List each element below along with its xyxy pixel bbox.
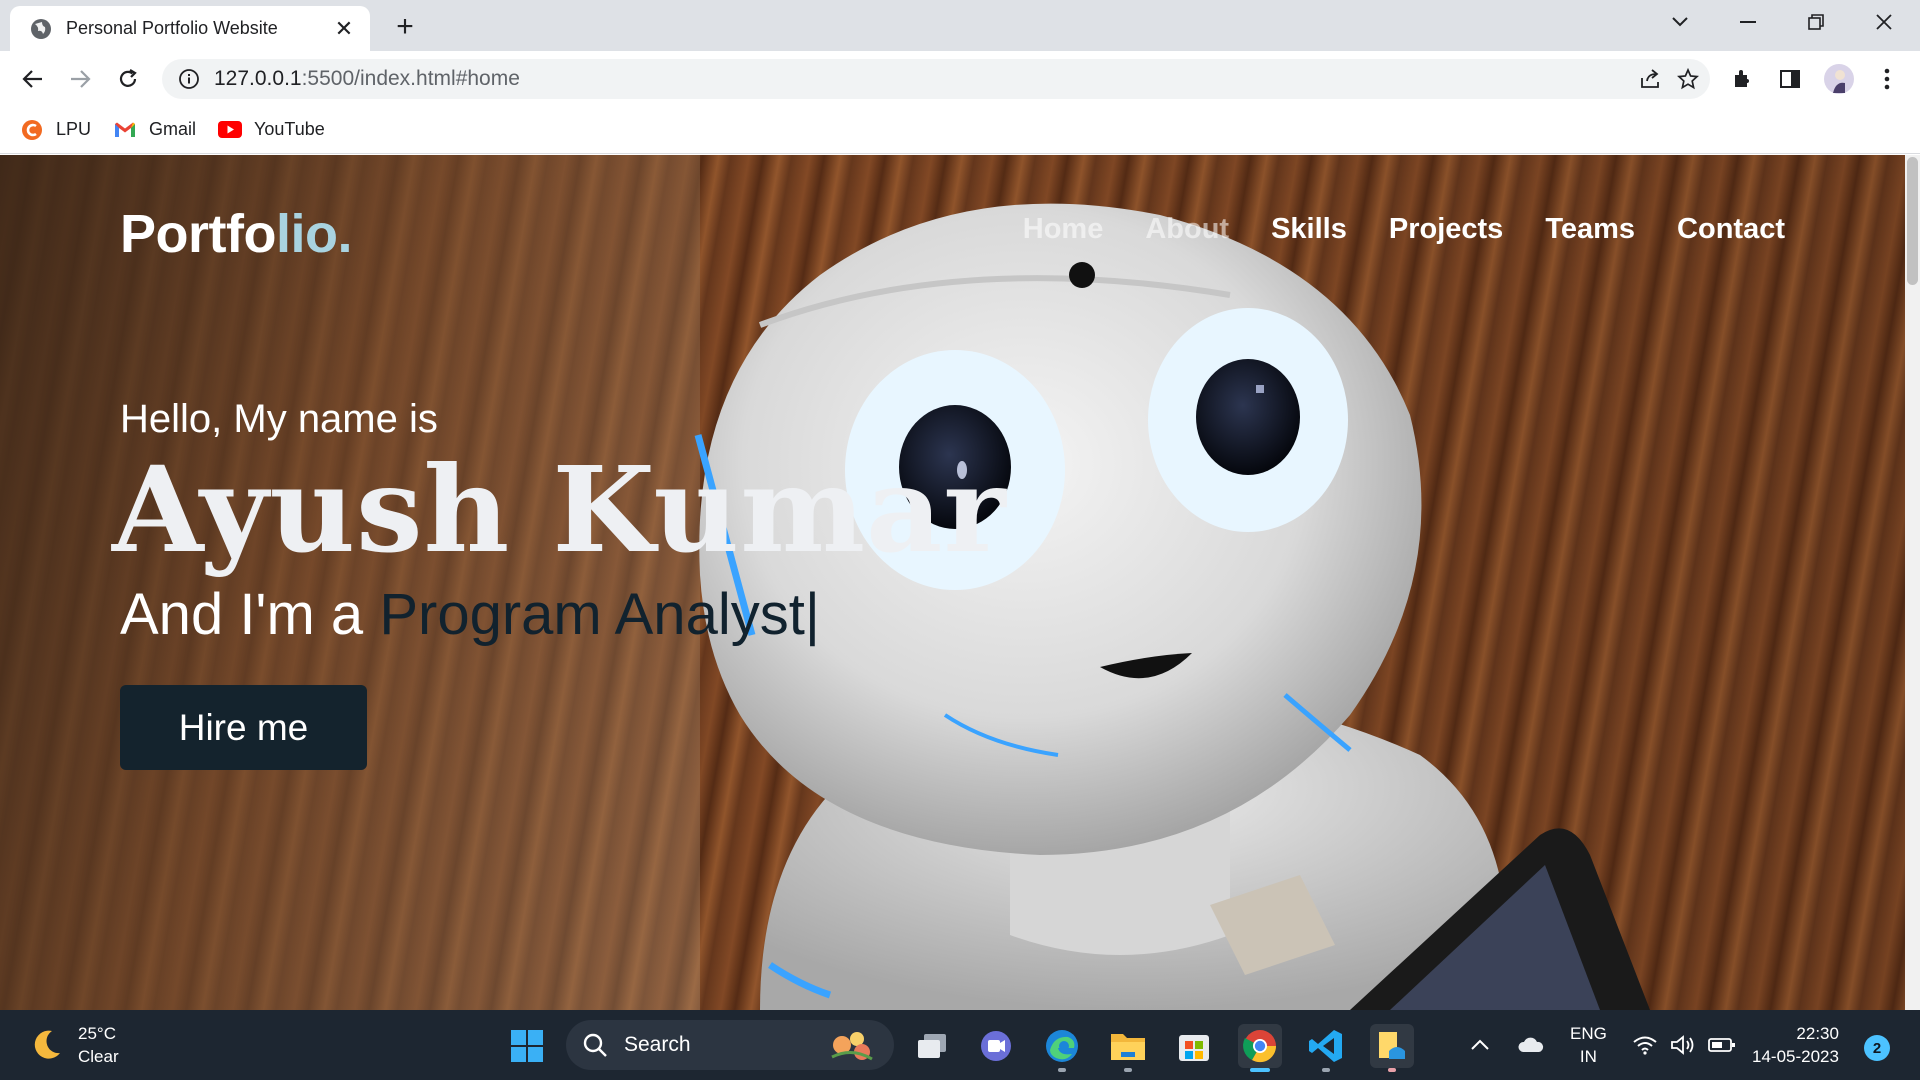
vscode-button[interactable] — [1304, 1024, 1348, 1072]
new-tab-button[interactable]: + — [388, 10, 422, 44]
scrollbar-thumb[interactable] — [1907, 157, 1918, 285]
bookmark-label: Gmail — [149, 119, 197, 139]
taskbar: 25°C Clear Search ENG IN 22:30 14-05-202… — [0, 1010, 1920, 1080]
site-logo[interactable]: Portfolio. — [120, 203, 352, 265]
notes-app-button[interactable] — [1370, 1024, 1414, 1072]
edge-button[interactable] — [1040, 1024, 1084, 1072]
weather-text: 25°C Clear — [78, 1024, 119, 1066]
page-scrollbar[interactable] — [1905, 155, 1920, 1010]
notification-badge[interactable]: 2 — [1864, 1035, 1890, 1061]
flowers-icon — [831, 1032, 873, 1061]
nav-projects[interactable]: Projects — [1389, 213, 1503, 246]
quick-settings[interactable] — [1632, 1010, 1736, 1080]
nav-contact[interactable]: Contact — [1677, 213, 1785, 246]
folder-icon — [1111, 1034, 1145, 1060]
youtube-icon — [218, 120, 243, 140]
store-icon — [1179, 1035, 1209, 1061]
typing-cursor: | — [804, 582, 820, 647]
search-icon — [583, 1033, 607, 1057]
site-info-icon[interactable] — [178, 68, 200, 90]
nav-teams[interactable]: Teams — [1545, 213, 1635, 246]
browser-toolbar: 127.0.0.1:5500/index.html#home — [0, 51, 1920, 106]
page-viewport: Portfolio. Home About Skills Projects Te… — [0, 155, 1920, 1010]
language-indicator[interactable]: ENG IN — [1570, 1010, 1607, 1080]
chevron-up-icon — [1471, 1039, 1489, 1050]
windows-icon — [511, 1030, 543, 1062]
running-indicator — [1388, 1068, 1396, 1072]
running-indicator — [1322, 1068, 1330, 1072]
active-indicator — [1250, 1068, 1270, 1072]
edge-icon — [1046, 1030, 1078, 1062]
show-hidden-icons[interactable] — [1470, 1010, 1490, 1080]
vscode-icon — [1309, 1030, 1342, 1062]
taskbar-search[interactable]: Search — [566, 1020, 894, 1070]
bookmark-lpu[interactable]: LPU — [20, 119, 91, 140]
sticky-notes-icon — [1379, 1032, 1405, 1059]
tab-active[interactable]: Personal Portfolio Website ✕ — [10, 6, 370, 51]
bookmark-label: LPU — [56, 119, 92, 139]
bookmark-label: YouTube — [254, 119, 325, 139]
nav-about[interactable]: About — [1145, 213, 1229, 246]
battery-icon — [1708, 1038, 1735, 1052]
close-window-button[interactable] — [1850, 0, 1918, 44]
task-view-button[interactable] — [910, 1024, 954, 1068]
minimize-button[interactable] — [1714, 0, 1782, 44]
hire-me-button[interactable]: Hire me — [120, 685, 367, 770]
bookmark-gmail[interactable]: Gmail — [113, 119, 196, 140]
tab-search-icon[interactable] — [1646, 0, 1714, 44]
nav-skills[interactable]: Skills — [1271, 213, 1347, 246]
share-icon[interactable] — [1634, 63, 1666, 95]
lpu-icon — [20, 119, 44, 140]
reload-button[interactable] — [111, 62, 145, 96]
profile-avatar[interactable] — [1822, 62, 1856, 96]
onedrive-tray[interactable] — [1517, 1010, 1545, 1080]
bookmarks-bar: LPU Gmail YouTube — [0, 106, 1920, 154]
hero-name: Ayush Kumar — [112, 440, 1007, 579]
close-tab-icon[interactable]: ✕ — [330, 15, 358, 43]
lang-region: IN — [1579, 1047, 1597, 1066]
lang-code: ENG — [1570, 1024, 1607, 1043]
clock-time: 22:30 — [1796, 1024, 1839, 1043]
start-button[interactable] — [505, 1024, 549, 1068]
menu-kebab-icon[interactable] — [1870, 62, 1904, 96]
chrome-icon — [1243, 1030, 1277, 1063]
main-nav: Home About Skills Projects Teams Contact — [981, 213, 1785, 246]
url-text: 127.0.0.1:5500/index.html#home — [214, 67, 520, 90]
side-panel-icon[interactable] — [1773, 62, 1807, 96]
forward-button[interactable] — [63, 62, 97, 96]
running-indicator — [1124, 1068, 1132, 1072]
task-view-icon — [918, 1034, 946, 1058]
hero-role: And I'm a Program Analyst| — [120, 582, 820, 647]
globe-icon — [30, 18, 52, 40]
nav-home[interactable]: Home — [1023, 213, 1104, 246]
file-explorer-button[interactable] — [1106, 1024, 1150, 1072]
gmail-icon — [113, 120, 137, 140]
typed-role: Program Analyst — [379, 582, 805, 647]
bookmark-star-icon[interactable] — [1672, 63, 1704, 95]
store-button[interactable] — [1172, 1024, 1216, 1068]
restore-button[interactable] — [1782, 0, 1850, 44]
weather-widget[interactable]: 25°C Clear — [28, 1022, 119, 1068]
wifi-icon — [1633, 1036, 1657, 1055]
running-indicator — [1058, 1068, 1066, 1072]
search-label: Search — [624, 1033, 691, 1056]
chat-icon — [981, 1031, 1011, 1061]
teams-chat-button[interactable] — [974, 1024, 1018, 1068]
address-bar[interactable]: 127.0.0.1:5500/index.html#home — [162, 59, 1710, 99]
cloud-icon — [1518, 1037, 1544, 1052]
bookmark-youtube[interactable]: YouTube — [218, 119, 325, 140]
clock[interactable]: 22:30 14-05-2023 — [1752, 1010, 1839, 1080]
volume-icon — [1671, 1035, 1694, 1055]
back-button[interactable] — [16, 62, 50, 96]
chrome-button[interactable] — [1238, 1024, 1282, 1072]
moon-icon — [34, 1030, 60, 1059]
extensions-icon[interactable] — [1725, 62, 1759, 96]
tab-strip: Personal Portfolio Website ✕ + — [0, 0, 1920, 51]
tab-title: Personal Portfolio Website — [66, 18, 278, 38]
hero-greeting: Hello, My name is — [120, 397, 438, 441]
clock-date: 14-05-2023 — [1752, 1047, 1839, 1066]
